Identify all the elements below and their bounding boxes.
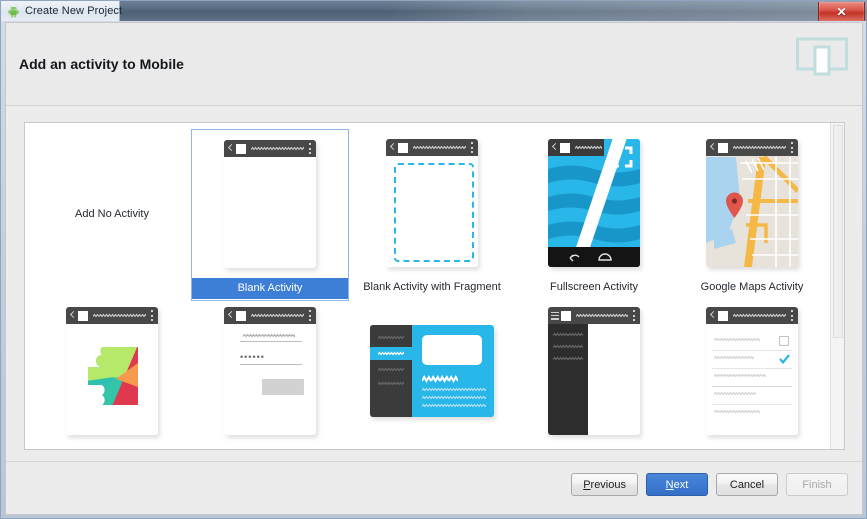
app-logo-square bbox=[718, 310, 728, 321]
mobile-device-preview-icon bbox=[796, 36, 848, 78]
page-title: Add an activity to Mobile bbox=[19, 56, 184, 72]
title-squiggle bbox=[733, 313, 786, 318]
template-thumbnail bbox=[192, 130, 348, 278]
scrollbar-thumb[interactable] bbox=[833, 125, 843, 338]
overflow-menu-icon bbox=[791, 142, 794, 153]
checkbox-unchecked-icon bbox=[779, 336, 789, 346]
app-logo-square bbox=[398, 142, 408, 153]
master-list-pane bbox=[370, 325, 412, 417]
back-arrow-icon bbox=[709, 311, 716, 320]
close-button[interactable]: ✕ bbox=[818, 2, 865, 21]
template-thumbnail bbox=[515, 129, 673, 277]
previous-button[interactable]: Previous bbox=[571, 473, 638, 496]
email-field-mock bbox=[240, 333, 302, 342]
template-google-maps-activity[interactable]: Google Maps Activity bbox=[673, 129, 831, 301]
window-title: Create New Project bbox=[25, 5, 123, 17]
mock-appbar bbox=[706, 307, 798, 324]
dialog-button-row: Previous Next Cancel Finish bbox=[571, 473, 848, 496]
app-logo-square bbox=[560, 142, 570, 153]
overflow-menu-icon bbox=[309, 310, 312, 321]
title-squiggle bbox=[93, 313, 146, 318]
titlebar-tab: Create New Project bbox=[1, 1, 123, 21]
mock-appbar bbox=[224, 307, 316, 324]
back-arrow-icon bbox=[709, 143, 716, 152]
template-fullscreen-activity[interactable]: Fullscreen Activity bbox=[515, 129, 673, 301]
back-arrow-icon bbox=[227, 144, 234, 153]
settings-list bbox=[712, 333, 792, 422]
finish-button: Finish bbox=[786, 473, 848, 496]
create-new-project-window: Create New Project ✕ Add an activity to … bbox=[0, 0, 867, 519]
mock-appbar bbox=[548, 307, 640, 324]
dialog-footer: Previous Next Cancel Finish bbox=[6, 461, 862, 514]
template-thumbnail bbox=[33, 307, 191, 449]
template-label: Fullscreen Activity bbox=[549, 281, 639, 293]
title-squiggle bbox=[251, 146, 304, 151]
fragment-placeholder-outline bbox=[394, 163, 474, 262]
sign-in-button-mock bbox=[262, 379, 304, 395]
template-thumbnail bbox=[673, 129, 831, 277]
back-arrow-icon bbox=[551, 143, 558, 152]
overflow-menu-icon bbox=[633, 310, 636, 321]
mock-appbar bbox=[706, 139, 798, 156]
template-label: Blank Activity bbox=[192, 278, 348, 299]
template-label: Google Maps Activity bbox=[700, 281, 804, 293]
dialog-body: Add an activity to Mobile Add No Activit… bbox=[5, 22, 863, 515]
cancel-button[interactable]: Cancel bbox=[716, 473, 778, 496]
template-label: Blank Activity with Fragment bbox=[363, 281, 501, 293]
template-blank-activity-with-fragment[interactable]: Blank Activity with Fragment bbox=[349, 129, 515, 301]
template-thumbnail bbox=[673, 307, 831, 449]
title-squiggle bbox=[733, 145, 786, 150]
back-arrow-icon bbox=[389, 143, 396, 152]
mock-appbar bbox=[66, 307, 158, 324]
overflow-menu-icon bbox=[791, 310, 794, 321]
template-thumbnail bbox=[515, 307, 673, 449]
navigation-drawer-panel bbox=[548, 324, 588, 435]
next-button[interactable]: Next bbox=[646, 473, 708, 496]
overflow-menu-icon bbox=[471, 142, 474, 153]
template-thumbnail bbox=[349, 129, 515, 277]
gallery-vertical-scrollbar[interactable] bbox=[830, 123, 844, 449]
password-field-mock: •••••• bbox=[240, 353, 302, 365]
template-blank-activity[interactable]: Blank Activity bbox=[191, 129, 349, 301]
fullscreen-expand-icon bbox=[611, 146, 633, 168]
detail-card bbox=[422, 335, 482, 365]
app-logo-square bbox=[236, 310, 246, 321]
overflow-menu-icon bbox=[151, 310, 154, 321]
titlebar-glow bbox=[381, 1, 867, 21]
hamburger-menu-icon bbox=[551, 311, 559, 320]
app-logo-square bbox=[561, 310, 571, 321]
title-squiggle bbox=[413, 145, 466, 150]
template-google-play-services-activity[interactable] bbox=[33, 307, 191, 449]
back-arrow-icon bbox=[69, 311, 76, 320]
activity-template-gallery: Add No Activity Blank Activity Blank Act… bbox=[24, 122, 845, 450]
template-thumbnail bbox=[349, 307, 515, 449]
title-squiggle bbox=[575, 145, 602, 150]
window-titlebar: Create New Project ✕ bbox=[1, 1, 867, 21]
app-logo-square bbox=[718, 142, 728, 153]
dialog-header: Add an activity to Mobile bbox=[6, 23, 862, 106]
overflow-menu-icon bbox=[309, 143, 312, 154]
template-master-detail-flow[interactable] bbox=[349, 307, 515, 449]
back-arrow-icon bbox=[227, 311, 234, 320]
template-add-no-activity[interactable]: Add No Activity bbox=[33, 129, 191, 301]
android-robot-icon bbox=[7, 5, 20, 18]
template-label: Add No Activity bbox=[75, 208, 149, 220]
app-logo-square bbox=[78, 310, 88, 321]
checkbox-checked-icon bbox=[779, 354, 790, 364]
play-services-puzzle-icon bbox=[88, 347, 138, 405]
mock-appbar bbox=[386, 139, 478, 156]
mock-appbar bbox=[548, 139, 604, 156]
app-logo-square bbox=[236, 143, 246, 154]
mock-appbar bbox=[224, 140, 316, 157]
title-squiggle bbox=[251, 313, 304, 318]
template-thumbnail: •••••• bbox=[191, 307, 349, 449]
title-squiggle bbox=[576, 313, 628, 318]
detail-heading-squiggle bbox=[422, 375, 458, 383]
template-navigation-drawer-activity[interactable] bbox=[515, 307, 673, 449]
template-settings-activity[interactable] bbox=[673, 307, 831, 449]
template-login-activity[interactable]: •••••• bbox=[191, 307, 349, 449]
